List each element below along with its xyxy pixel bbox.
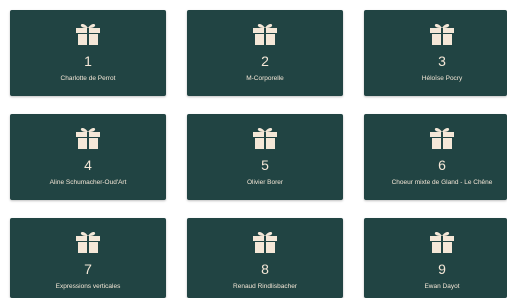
gift-card-4[interactable]: 4 Aline Schumacher-Oud'Art (10, 114, 166, 200)
card-name: Aline Schumacher-Oud'Art (49, 179, 127, 186)
card-name: Renaud Rindlisbacher (233, 283, 297, 290)
gift-card-8[interactable]: 8 Renaud Rindlisbacher (187, 218, 343, 298)
card-number: 3 (438, 53, 446, 69)
card-name: Expressions verticales (55, 283, 121, 290)
card-number: 6 (438, 157, 446, 173)
gift-icon (430, 231, 454, 253)
card-number: 4 (84, 157, 92, 173)
card-name: Olivier Borer (246, 179, 284, 186)
gift-icon (76, 127, 100, 149)
gift-icon (76, 231, 100, 253)
gift-card-9[interactable]: 9 Ewan Dayot (364, 218, 507, 298)
gift-card-1[interactable]: 1 Charlotte de Perrot (10, 10, 166, 96)
card-number: 8 (261, 261, 269, 277)
card-number: 7 (84, 261, 92, 277)
card-name: Charlotte de Perrot (60, 75, 116, 82)
card-name: Ewan Dayot (424, 283, 460, 290)
card-number: 2 (261, 53, 269, 69)
calendar-grid: 1 Charlotte de Perrot 2 M-Corporelle 3 H… (0, 0, 507, 298)
gift-card-7[interactable]: 7 Expressions verticales (10, 218, 166, 298)
card-number: 9 (438, 261, 446, 277)
gift-icon (253, 231, 277, 253)
card-name: M-Corporelle (246, 75, 284, 82)
gift-card-6[interactable]: 6 Choeur mixte de Gland - Le Chêne (364, 114, 507, 200)
gift-card-2[interactable]: 2 M-Corporelle (187, 10, 343, 96)
card-number: 5 (261, 157, 269, 173)
gift-icon (430, 23, 454, 45)
card-name: Choeur mixte de Gland - Le Chêne (391, 179, 493, 186)
gift-icon (76, 23, 100, 45)
gift-card-5[interactable]: 5 Olivier Borer (187, 114, 343, 200)
gift-icon (253, 23, 277, 45)
gift-card-3[interactable]: 3 Héloïse Pocry (364, 10, 507, 96)
card-number: 1 (84, 53, 92, 69)
gift-icon (430, 127, 454, 149)
card-name: Héloïse Pocry (421, 75, 463, 82)
gift-icon (253, 127, 277, 149)
